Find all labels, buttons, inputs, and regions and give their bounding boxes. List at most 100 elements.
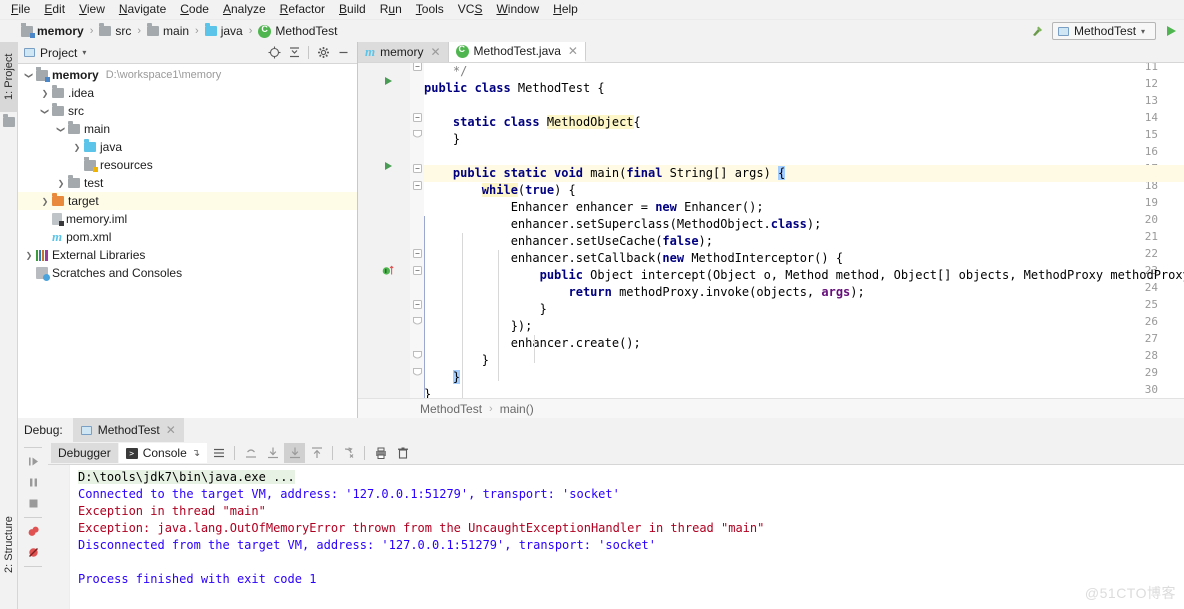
editor-tab-methodtest-java[interactable]: MethodTest.java ✕ <box>448 42 586 62</box>
breadcrumb-item-java[interactable]: java <box>202 23 246 39</box>
code-fold-minus[interactable] <box>412 262 422 279</box>
run-icon[interactable] <box>1162 22 1180 40</box>
tree-expand-arrow[interactable]: ❯ <box>38 89 52 98</box>
tree-row-java[interactable]: ❯ java <box>18 138 357 156</box>
scroll-up-icon[interactable] <box>240 443 261 463</box>
run-configuration-selector[interactable]: MethodTest ▾ <box>1052 22 1156 40</box>
editor-tab-label: MethodTest.java <box>473 44 561 58</box>
menu-item-run[interactable]: Run <box>373 0 409 19</box>
close-icon[interactable]: ✕ <box>430 45 440 59</box>
tree-row-src[interactable]: ❯ src <box>18 102 357 120</box>
menu-item-help[interactable]: Help <box>546 0 585 19</box>
pin-icon[interactable]: ↴ <box>192 448 200 459</box>
debug-session-tab[interactable]: MethodTest ✕ <box>72 418 184 442</box>
breadcrumb-item-memory[interactable]: memory <box>18 22 87 39</box>
tree-expand-arrow[interactable]: ❯ <box>41 104 50 118</box>
view-breakpoints-icon[interactable] <box>22 522 44 541</box>
scroll-to-top-icon[interactable] <box>306 443 327 463</box>
menu-item-build[interactable]: Build <box>332 0 373 19</box>
breadcrumb-item-main[interactable]: main <box>144 23 192 39</box>
tree-expand-arrow[interactable]: ❯ <box>25 68 34 82</box>
menu-item-tools[interactable]: Tools <box>409 0 451 19</box>
print-icon[interactable] <box>370 443 391 463</box>
mute-breakpoints-icon[interactable] <box>22 543 44 562</box>
run-config-icon <box>80 425 92 435</box>
stop-icon[interactable] <box>22 494 44 513</box>
soft-wrap-icon[interactable] <box>208 443 229 463</box>
close-icon[interactable]: ✕ <box>166 423 176 437</box>
tree-row-external-libraries[interactable]: ❯ External Libraries <box>18 246 357 264</box>
menu-mnemonic: u <box>388 2 396 16</box>
clear-all-icon[interactable] <box>392 443 413 463</box>
tree-row-target[interactable]: ❯ target <box>18 192 357 210</box>
code-fold-minus[interactable] <box>412 109 422 126</box>
code-fold-minus[interactable] <box>412 245 422 262</box>
breadcrumb-label: src <box>115 24 132 38</box>
run-gutter-icon[interactable] <box>382 160 394 177</box>
resume-icon[interactable] <box>22 452 44 471</box>
debug-tab-debugger[interactable]: Debugger <box>51 443 118 463</box>
editor-breadcrumb-main[interactable]: main() <box>498 402 536 416</box>
tree-expand-arrow[interactable]: ❯ <box>22 251 36 260</box>
sidebar-item-structure[interactable]: 2: Structure <box>0 502 18 588</box>
code-fold-end[interactable] <box>412 313 422 330</box>
debug-tab-console[interactable]: > Console ↴ <box>118 443 208 463</box>
step-icon[interactable] <box>338 443 359 463</box>
code-fold-minus[interactable] <box>412 63 422 75</box>
minimize-icon[interactable] <box>334 44 352 62</box>
hammer-icon[interactable] <box>1028 22 1046 40</box>
menu-item-analyze[interactable]: Analyze <box>216 0 273 19</box>
editor-tab-memory[interactable]: m memory ✕ <box>358 42 449 62</box>
code-editor[interactable]: 1112131415161718192021222324252627282930… <box>358 63 1184 418</box>
chevron-down-icon[interactable]: ▾ <box>82 48 86 57</box>
tree-row-scratches-and-consoles[interactable]: Scratches and Consoles <box>18 264 357 282</box>
menu-item-vcs[interactable]: VCS <box>451 0 490 19</box>
menu-item-edit[interactable]: Edit <box>37 0 72 19</box>
menu-item-code[interactable]: Code <box>173 0 216 19</box>
tree-row-main[interactable]: ❯ main <box>18 120 357 138</box>
pause-icon[interactable] <box>22 473 44 492</box>
code-fold-end[interactable] <box>412 364 422 381</box>
menu-item-window[interactable]: Window <box>489 0 546 19</box>
breakpoint-icon[interactable] <box>382 262 396 279</box>
navigation-bar: memory › src › main › java › MethodTest MethodTe… <box>0 20 1184 42</box>
tree-row-memory[interactable]: ❯ memory D:\workspace1\memory <box>18 66 357 84</box>
close-icon[interactable]: ✕ <box>568 44 578 58</box>
sidebar-item-project[interactable]: 1: Project <box>0 42 18 112</box>
tree-expand-arrow[interactable]: ❯ <box>57 122 66 136</box>
scroll-to-end-icon[interactable] <box>284 443 306 463</box>
menu-item-view[interactable]: View <box>72 0 112 19</box>
menu-item-navigate[interactable]: Navigate <box>112 0 173 19</box>
code-fold-minus[interactable] <box>412 160 422 177</box>
console-line: Disconnected from the target VM, address… <box>78 537 1184 554</box>
code-fold-minus[interactable] <box>412 296 422 313</box>
tree-expand-arrow[interactable]: ❯ <box>38 197 52 206</box>
tree-row--idea[interactable]: ❯ .idea <box>18 84 357 102</box>
editor-gutter[interactable] <box>358 63 410 398</box>
tree-row-pom-xml[interactable]: m pom.xml <box>18 228 357 246</box>
console-output[interactable]: D:\tools\jdk7\bin\java.exe ... Connected … <box>48 464 1184 609</box>
tree-row-memory-iml[interactable]: memory.iml <box>18 210 357 228</box>
menu-item-refactor[interactable]: Refactor <box>273 0 332 19</box>
gear-icon[interactable] <box>314 44 332 62</box>
menu-mnemonic: F <box>11 2 19 16</box>
code-token: ); <box>806 217 822 231</box>
tree-row-test[interactable]: ❯ test <box>18 174 357 192</box>
code-lines[interactable]: */ public class MethodTest { static class… <box>424 63 1184 401</box>
code-fold-end[interactable] <box>412 126 422 143</box>
run-gutter-icon[interactable] <box>382 75 394 92</box>
scroll-down-icon[interactable] <box>262 443 283 463</box>
menu-item-file[interactable]: File <box>4 0 37 19</box>
code-fold-end[interactable] <box>412 347 422 364</box>
breadcrumb-item-src[interactable]: src <box>96 23 134 39</box>
libraries-icon <box>36 249 48 261</box>
indent-guide <box>534 335 535 363</box>
tree-expand-arrow[interactable]: ❯ <box>54 179 68 188</box>
editor-breadcrumb-methodtest[interactable]: MethodTest <box>418 402 484 416</box>
code-fold-minus[interactable] <box>412 177 422 194</box>
locate-icon[interactable] <box>265 44 283 62</box>
collapse-all-icon[interactable] <box>285 44 303 62</box>
tree-row-resources[interactable]: resources <box>18 156 357 174</box>
breadcrumb-item-methodtest[interactable]: MethodTest <box>255 23 340 39</box>
tree-expand-arrow[interactable]: ❯ <box>70 143 84 152</box>
